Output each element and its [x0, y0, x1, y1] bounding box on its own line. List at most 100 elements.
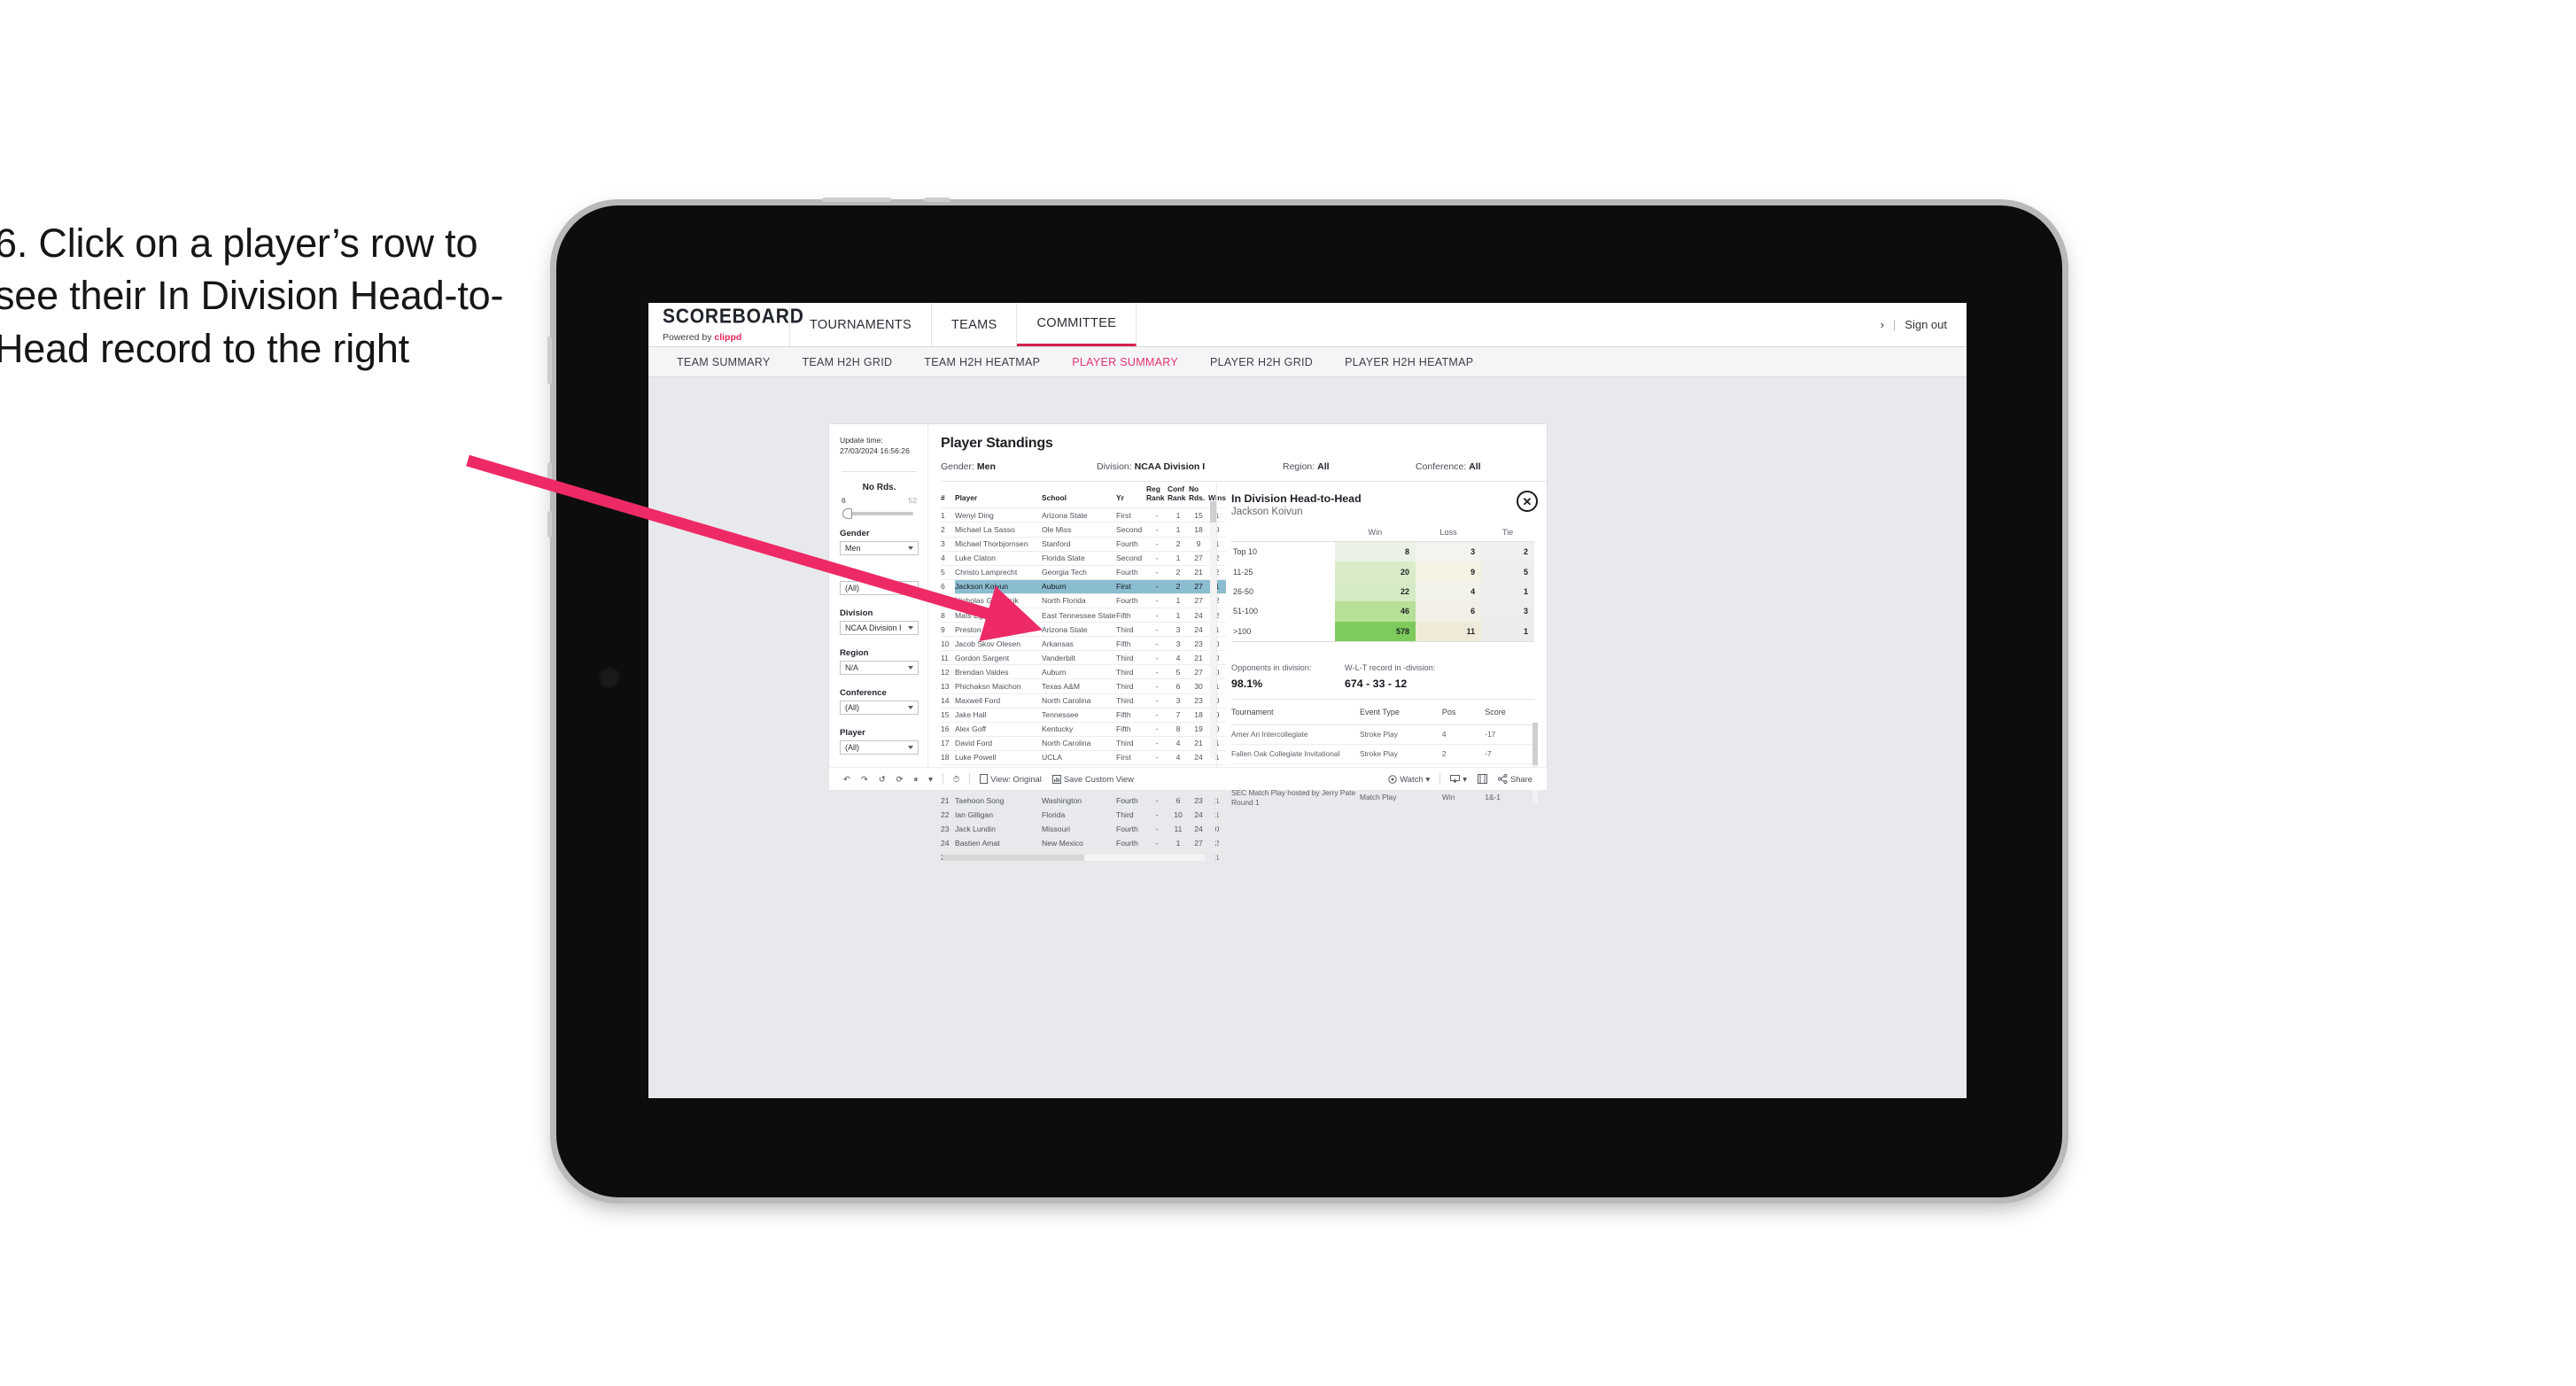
cell-rds: 19 — [1189, 721, 1208, 737]
chevron-down-icon — [908, 705, 913, 709]
tab-player-h2h-grid[interactable]: PLAYER H2H GRID — [1194, 356, 1329, 368]
cell-conf: 3 — [1168, 622, 1189, 637]
view-original-button[interactable]: View: Original — [974, 774, 1047, 784]
fullscreen-button[interactable] — [1472, 774, 1493, 784]
h2h-cell-tie: 2 — [1481, 541, 1534, 562]
cell-school: North Carolina — [1042, 693, 1116, 708]
instruction-annotation: 6. Click on a player’s row to see their … — [0, 221, 504, 371]
scroll-thumb[interactable] — [1210, 501, 1216, 523]
table-row[interactable]: 24 Bastien Amat New Mexico Fourth -1 27 2 — [941, 835, 1226, 851]
nav-item-teams[interactable]: TEAMS — [932, 303, 1018, 346]
download-button[interactable]: ▾ — [1445, 774, 1472, 785]
cell-num: 14 — [941, 693, 955, 708]
col-yr[interactable]: Yr — [1116, 482, 1146, 508]
table-row[interactable]: 14 Maxwell Ford North Carolina Third -3 23 0 — [941, 693, 1226, 708]
tab-player-summary[interactable]: PLAYER SUMMARY — [1056, 356, 1194, 368]
cell-rds: 24 — [1189, 749, 1208, 765]
tab-team-h2h-heatmap[interactable]: TEAM H2H HEATMAP — [908, 356, 1056, 368]
sign-out-link[interactable]: Sign out — [1905, 318, 1947, 331]
cell-rds: 23 — [1189, 693, 1208, 708]
cell-reg: - — [1146, 536, 1168, 552]
tournament-scrollbar[interactable] — [1532, 722, 1538, 804]
tab-team-h2h-grid[interactable]: TEAM H2H GRID — [786, 356, 908, 368]
cell-conf: 4 — [1168, 749, 1189, 765]
col-conf-rank[interactable]: Conf Rank — [1168, 482, 1189, 508]
col-score[interactable]: Score — [1485, 707, 1534, 725]
top-navigation-bar: SCOREBOARD Powered by clippd TOURNAMENTS… — [648, 303, 1967, 347]
filter-conference: Conference (All) — [840, 688, 919, 715]
tournament-header-row: Tournament Event Type Pos Score — [1231, 707, 1534, 725]
col-no-rds[interactable]: No Rds. — [1189, 482, 1208, 508]
h2h-header-row: Win Loss Tie — [1231, 528, 1534, 542]
pause-icon[interactable]: ⏸ — [908, 774, 923, 785]
shape-dropdown-caret-icon[interactable]: ▾ — [923, 774, 938, 785]
cell-reg: - — [1146, 650, 1168, 665]
standings-vertical-scrollbar[interactable] — [1210, 501, 1216, 758]
watch-button[interactable]: Watch ▾ — [1383, 774, 1435, 785]
table-row[interactable]: 15 Jake Hall Tennessee Fifth -7 18 0 — [941, 707, 1226, 723]
cell-player: Jake Hall — [955, 707, 1042, 723]
clock-icon[interactable]: ⏱ — [948, 774, 965, 785]
brand-sub-prefix: Powered by — [663, 332, 715, 343]
cell-rds: 24 — [1189, 821, 1208, 836]
tab-team-summary[interactable]: TEAM SUMMARY — [661, 356, 786, 368]
table-row[interactable]: 16 Alex Goff Kentucky Fifth -8 19 0 — [941, 721, 1226, 737]
cell-yr: Second — [1116, 522, 1146, 537]
revert-icon[interactable]: ↺ — [873, 774, 891, 785]
h2h-band-label: Top 10 — [1231, 541, 1335, 562]
refresh-icon[interactable]: ⟳ — [891, 774, 909, 785]
save-custom-view-button[interactable]: Save Custom View — [1047, 774, 1139, 784]
cell-rds: 27 — [1189, 578, 1208, 594]
col-event-type[interactable]: Event Type — [1359, 707, 1442, 725]
h2h-band-label: 26-50 — [1231, 581, 1335, 602]
h2h-cell-win: 578 — [1334, 621, 1416, 642]
cell-pos: 4 — [1441, 724, 1486, 745]
h2h-band-label: >100 — [1231, 621, 1335, 642]
standings-horizontal-scrollbar[interactable] — [943, 854, 1205, 861]
table-row[interactable]: 18 Luke Powell UCLA First -4 24 1 — [941, 749, 1226, 765]
table-row[interactable]: 22 Ian Gilligan Florida Third -10 24 1 — [941, 807, 1226, 822]
share-button[interactable]: Share — [1493, 774, 1538, 784]
table-row[interactable]: 17 David Ford North Carolina Third -4 21 1 — [941, 735, 1226, 751]
chevron-down-icon: ▾ — [1463, 773, 1467, 784]
tab-player-h2h-heatmap[interactable]: PLAYER H2H HEATMAP — [1329, 356, 1489, 368]
col-tournament[interactable]: Tournament — [1231, 707, 1360, 725]
cell-player: Ian Gilligan — [955, 807, 1042, 822]
table-row[interactable]: 12 Brendan Valdes Auburn Third -5 27 0 — [941, 664, 1226, 679]
meta-region-value: All — [1317, 461, 1330, 472]
h2h-heatmap-table: Win Loss Tie Top 10 8 3 2 11-25 20 9 5 26-50 22 4 1… — [1231, 528, 1534, 642]
cell-conf: 10 — [1168, 807, 1189, 822]
cell-reg: - — [1146, 807, 1168, 822]
brand-logo[interactable]: SCOREBOARD Powered by clippd — [648, 303, 803, 346]
cell-type: Stroke Play — [1359, 743, 1442, 764]
col-reg-rank[interactable]: Reg Rank — [1146, 482, 1168, 508]
chevron-right-icon[interactable]: › — [1881, 318, 1884, 331]
filter-conference-select[interactable]: (All) — [840, 700, 919, 715]
close-icon[interactable]: ✕ — [1517, 491, 1538, 512]
cell-yr: Fourth — [1116, 821, 1146, 836]
h2h-col-loss: Loss — [1416, 528, 1482, 542]
h2h-cell-win: 8 — [1334, 541, 1416, 562]
meta-conference: Conference: All — [1416, 461, 1481, 472]
filter-player-select[interactable]: (All) — [840, 739, 919, 755]
nav-item-committee[interactable]: COMMITTEE — [1017, 303, 1137, 346]
undo-icon[interactable]: ↶ — [838, 774, 856, 785]
cell-reg: - — [1146, 835, 1168, 851]
nav-item-tournaments[interactable]: TOURNAMENTS — [790, 303, 933, 346]
table-row[interactable]: 21 Taehoon Song Washington Fourth -6 23 1 — [941, 793, 1226, 808]
h2h-row: 51-100 46 6 3 — [1231, 601, 1534, 622]
scroll-thumb[interactable] — [1532, 722, 1538, 765]
table-row[interactable]: 13 Phichaksn Maichon Texas A&M Third -6 30 1 — [941, 678, 1226, 694]
cell-yr: Third — [1116, 693, 1146, 708]
stat-wlt-record: W-L-T record in -division: 674 - 33 - 12 — [1345, 663, 1435, 690]
brand-sub-name: clippd — [714, 332, 742, 343]
tournament-row[interactable]: Fallen Oak Collegiate Invitational Stroke… — [1231, 743, 1534, 764]
col-pos[interactable]: Pos — [1441, 707, 1486, 725]
cell-num: 18 — [941, 749, 955, 765]
cell-yr: Fifth — [1116, 707, 1146, 723]
tournament-row[interactable]: Amer Ari Intercollegiate Stroke Play 4 -17 — [1231, 724, 1534, 745]
cell-rds: 18 — [1189, 707, 1208, 723]
redo-icon[interactable]: ↷ — [856, 774, 873, 785]
table-row[interactable]: 23 Jack Lundin Missouri Fourth -11 24 0 — [941, 821, 1226, 836]
scroll-thumb[interactable] — [943, 854, 1084, 861]
